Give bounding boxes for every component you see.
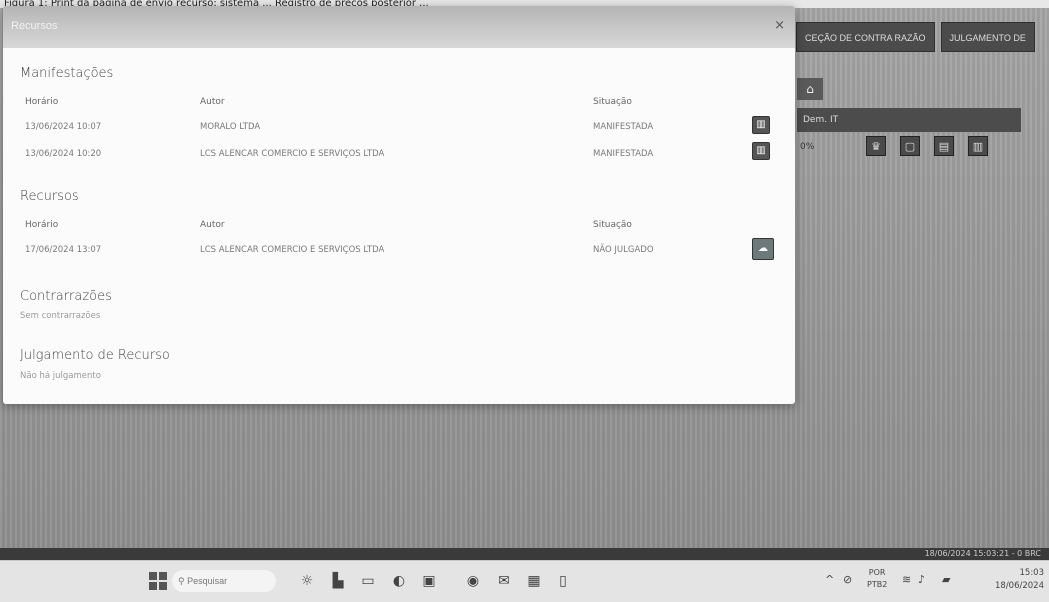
- chrome-icon[interactable]: ◉: [463, 571, 483, 591]
- col-situacao: Situação: [593, 97, 632, 107]
- doc-icon[interactable]: ▤: [934, 136, 954, 156]
- clock-time: 15:03: [1019, 568, 1045, 578]
- row-horario: 13/06/2024 10:20: [25, 149, 102, 159]
- book-icon[interactable]: ▥: [752, 116, 770, 134]
- award-icon[interactable]: ♛: [866, 136, 886, 156]
- search-placeholder: Pesquisar: [187, 576, 228, 586]
- row-horario: 13/06/2024 10:07: [25, 122, 102, 132]
- sync-icon[interactable]: ⊘: [843, 573, 852, 586]
- col-autor: Autor: [200, 97, 225, 107]
- julgamento-button[interactable]: JULGAMENTO DE: [940, 22, 1035, 52]
- modal-header: Recursos ×: [3, 6, 795, 48]
- windows-start-icon[interactable]: [149, 572, 167, 590]
- chat-icon[interactable]: ▢: [900, 136, 920, 156]
- mail-icon[interactable]: ✉: [494, 571, 514, 591]
- volume-icon[interactable]: ♪: [918, 573, 925, 586]
- manifestacoes-title: Manifestações: [20, 66, 114, 81]
- julgamento-empty: Não há julgamento: [20, 371, 101, 381]
- row-autor: LCS ALENCAR COMERCIO E SERVIÇOS LTDA: [200, 245, 385, 255]
- clock[interactable]: 15:03 18/06/2024: [995, 567, 1044, 593]
- col-horario: Horário: [25, 97, 59, 107]
- close-icon[interactable]: ×: [774, 18, 785, 33]
- row-horario: 17/06/2024 13:07: [25, 245, 102, 255]
- taskbar-search-input[interactable]: ⚲ Pesquisar: [172, 570, 276, 592]
- clock-date: 18/06/2024: [995, 581, 1044, 591]
- julgamento-title: Julgamento de Recurso: [20, 348, 170, 363]
- search-icon: ⚲: [178, 576, 188, 586]
- recursos-title: Recursos: [20, 189, 79, 204]
- background-header-bar: Dem. IT: [797, 108, 1021, 132]
- book-icon[interactable]: ▥: [968, 136, 988, 156]
- col-autor: Autor: [200, 220, 225, 230]
- percent-label: 0%: [800, 142, 815, 152]
- modal-title: Recursos: [11, 20, 58, 32]
- lang-bottom: PTB2: [867, 580, 888, 589]
- col-horario: Horário: [25, 220, 59, 230]
- excel-icon[interactable]: ▦: [524, 571, 544, 591]
- files-icon[interactable]: ▙: [328, 571, 348, 591]
- background-row-actions: ♛ ▢ ▤ ▥: [866, 136, 988, 156]
- contrarrazoes-empty: Sem contrarrazões: [20, 311, 101, 321]
- language-indicator[interactable]: POR PTB2: [867, 567, 887, 591]
- home-icon[interactable]: ⌂: [797, 78, 823, 100]
- status-line: 18/06/2024 15:03:21 - 0 BRC: [0, 548, 1049, 560]
- widgets-icon[interactable]: ☼: [297, 571, 317, 591]
- wifi-icon[interactable]: ≋: [902, 573, 911, 586]
- battery-icon[interactable]: ▰: [942, 573, 950, 586]
- book-icon[interactable]: ▥: [752, 142, 770, 160]
- top-actions: CEÇÃO DE CONTRA RAZÃO JULGAMENTO DE: [796, 22, 1035, 52]
- contrarrazao-button[interactable]: CEÇÃO DE CONTRA RAZÃO: [796, 22, 935, 52]
- doc-icon[interactable]: ▯: [553, 571, 573, 591]
- chevron-up-icon[interactable]: ^: [825, 573, 834, 586]
- contrarrazoes-title: Contrarrazões: [20, 289, 112, 304]
- recursos-modal: Recursos × Manifestações Horário Autor S…: [3, 6, 795, 404]
- col-situacao: Situação: [593, 220, 632, 230]
- edge-icon[interactable]: ◐: [389, 571, 409, 591]
- row-situacao: NÃO JULGADO: [593, 245, 654, 255]
- row-situacao: MANIFESTADA: [593, 149, 654, 159]
- folder-icon[interactable]: ▭: [358, 571, 378, 591]
- row-autor: MORALO LTDA: [200, 122, 261, 132]
- taskbar: ⚲ Pesquisar ☼ ▙ ▭ ◐ ▣ ◉ ✉ ▦ ▯ ^ ⊘ POR PT…: [0, 560, 1049, 602]
- row-situacao: MANIFESTADA: [593, 122, 654, 132]
- store-icon[interactable]: ▣: [419, 571, 439, 591]
- cloud-icon[interactable]: ☁: [752, 238, 774, 260]
- lang-top: POR: [868, 568, 886, 577]
- row-autor: LCS ALENCAR COMERCIO E SERVIÇOS LTDA: [200, 149, 385, 159]
